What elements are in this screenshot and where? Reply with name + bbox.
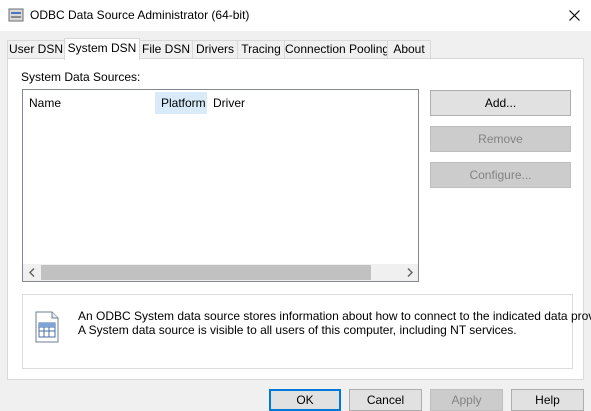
column-header-name[interactable]: Name bbox=[23, 92, 155, 114]
apply-button[interactable]: Apply bbox=[430, 389, 503, 411]
help-button[interactable]: Help bbox=[511, 389, 584, 411]
datasource-info-icon bbox=[35, 311, 59, 343]
scroll-right-icon bbox=[407, 268, 413, 277]
close-button[interactable] bbox=[557, 0, 591, 31]
info-box: An ODBC System data source stores inform… bbox=[22, 294, 591, 369]
info-text-line-1: An ODBC System data source stores inform… bbox=[78, 309, 591, 323]
info-text-line-2: A System data source is visible to all u… bbox=[78, 323, 517, 337]
add-button[interactable]: Add... bbox=[430, 90, 571, 116]
scroll-left-icon bbox=[28, 268, 34, 277]
tab-user-dsn[interactable]: User DSN bbox=[7, 40, 65, 58]
tab-about[interactable]: About bbox=[387, 40, 431, 58]
system-data-sources-label: System Data Sources: bbox=[21, 70, 141, 84]
title-bar: ODBC Data Source Administrator (64-bit) bbox=[0, 0, 591, 31]
configure-button[interactable]: Configure... bbox=[430, 162, 571, 188]
window-title: ODBC Data Source Administrator (64-bit) bbox=[30, 8, 250, 22]
scrollbar-thumb[interactable] bbox=[41, 265, 371, 280]
tab-drivers[interactable]: Drivers bbox=[192, 40, 238, 58]
close-icon bbox=[568, 10, 580, 21]
horizontal-scrollbar[interactable] bbox=[23, 264, 418, 281]
system-data-sources-list[interactable]: Name Platform Driver bbox=[22, 89, 419, 282]
scroll-right-button[interactable] bbox=[401, 264, 418, 281]
column-header-driver[interactable]: Driver bbox=[207, 92, 327, 114]
column-header-platform[interactable]: Platform bbox=[155, 92, 207, 114]
remove-button[interactable]: Remove bbox=[430, 126, 571, 152]
scroll-left-button[interactable] bbox=[23, 264, 40, 281]
tab-strip: User DSN System DSN File DSN Drivers Tra… bbox=[7, 38, 587, 60]
tab-file-dsn[interactable]: File DSN bbox=[139, 40, 193, 58]
cancel-button[interactable]: Cancel bbox=[349, 389, 422, 411]
tab-tracing[interactable]: Tracing bbox=[237, 40, 285, 58]
tab-connection-pooling[interactable]: Connection Pooling bbox=[284, 40, 389, 58]
tab-system-dsn[interactable]: System DSN bbox=[64, 38, 140, 60]
app-icon bbox=[8, 8, 24, 22]
system-dsn-panel: System Data Sources: Name Platform Drive… bbox=[7, 58, 591, 380]
ok-button[interactable]: OK bbox=[269, 389, 341, 411]
